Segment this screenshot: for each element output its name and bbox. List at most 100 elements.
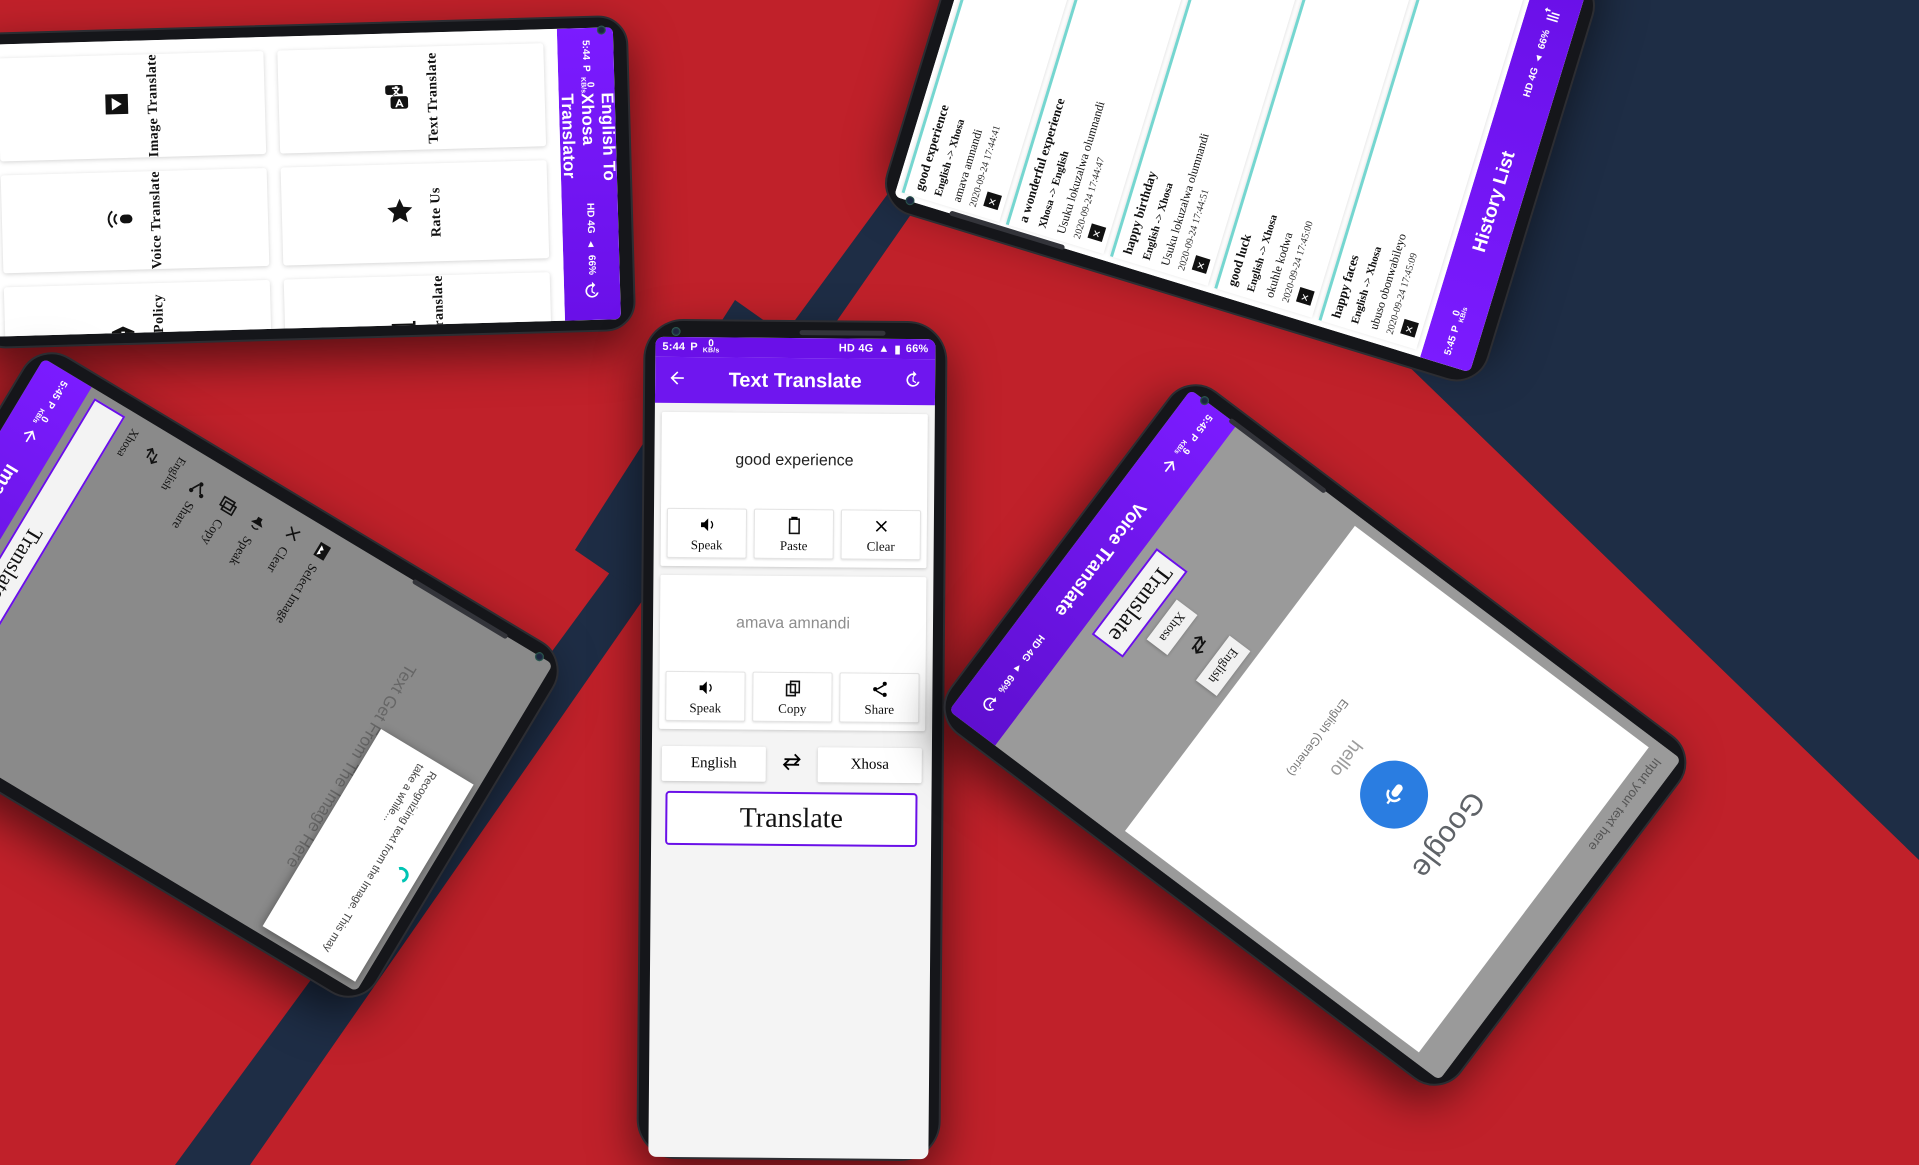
swap-arrows-icon[interactable]	[1181, 629, 1215, 664]
share-button[interactable]: Share	[839, 672, 920, 724]
target-text-output: amava amnandi	[736, 614, 851, 633]
status-time: 5:44	[662, 340, 686, 354]
speak-label: Speak	[690, 537, 723, 553]
status-network: HD 4G	[838, 342, 874, 355]
home-status-right: HD 4G ▲ 66%	[584, 199, 597, 275]
share-icon	[185, 475, 212, 502]
signal-icon: ▲	[585, 238, 597, 251]
speak-label: Speak	[689, 700, 722, 716]
language-selector-row: English Xhosa	[652, 738, 932, 789]
status-right: HD 4G ▲ ▮ 66%	[839, 342, 929, 356]
source-text-input[interactable]: good experience	[661, 412, 928, 510]
speak-target-button[interactable]: Speak	[665, 670, 746, 722]
home-screen: Text Translate Image Translate Rate Us V…	[0, 27, 621, 337]
copy-label: Copy	[199, 516, 227, 549]
swap-arrows-icon[interactable]	[778, 751, 806, 778]
front-camera	[671, 326, 681, 337]
speaker-icon	[243, 510, 270, 537]
tile-label: Privacy Policy	[151, 294, 170, 336]
speak-label: Speak	[226, 533, 256, 569]
clear-label: Clear	[264, 543, 292, 576]
home-app-bar: 5:44 P 0 KB/s English To Xhosa Translato…	[556, 27, 621, 321]
image-translate-icon	[101, 89, 132, 125]
delete-icon[interactable]: ✕	[1191, 255, 1211, 274]
history-icon[interactable]	[582, 275, 603, 313]
clear-button[interactable]: Clear	[840, 509, 922, 561]
close-icon	[279, 520, 306, 547]
app-bar: Text Translate	[654, 356, 936, 406]
signal-icon: ▲	[1531, 51, 1546, 66]
camera-icon	[388, 316, 419, 337]
speaker-icon	[699, 681, 712, 695]
status-time: 5:44	[579, 39, 592, 61]
share-label: Share	[169, 498, 198, 532]
tile-rate-us[interactable]: Rate Us	[280, 160, 550, 266]
tile-voice-translate[interactable]: Voice Translate	[0, 168, 270, 274]
info-icon	[108, 323, 139, 337]
microphone-icon[interactable]	[1346, 746, 1442, 843]
source-language-select[interactable]: English	[661, 745, 766, 782]
image-status-left: 5:45 P 0 KB/s	[31, 377, 69, 428]
target-card: amava amnandi Speak Copy Share	[659, 574, 927, 732]
tile-text-translate[interactable]: Text Translate	[277, 43, 547, 154]
tile-image-translate[interactable]: Image Translate	[0, 51, 267, 162]
delete-icon[interactable]: ✕	[1087, 223, 1107, 243]
paste-button[interactable]: Paste	[753, 508, 835, 560]
voice-status-right: HD 4G ▲ 66%	[995, 633, 1046, 695]
status-battery: 66%	[585, 254, 598, 276]
home-tile-grid: Text Translate Image Translate Rate Us V…	[0, 28, 565, 337]
status-time: 5:45	[1193, 411, 1215, 435]
tile-label: Rate Us	[428, 187, 445, 238]
close-icon	[875, 520, 887, 532]
copy-icon	[785, 680, 800, 697]
status-battery: 66%	[905, 342, 929, 356]
recognized-word: hello	[1325, 735, 1367, 781]
delete-icon[interactable]: ✕	[983, 191, 1002, 211]
status-kbs: 0 KB/s	[579, 76, 596, 93]
image-icon	[308, 538, 335, 565]
target-language-select[interactable]: Xhosa	[817, 747, 922, 784]
page-title: English To Xhosa Translator	[557, 91, 620, 181]
voice-translate-icon	[105, 203, 136, 239]
battery-icon: ▮	[894, 343, 901, 356]
page-title: Text Translate	[728, 368, 862, 393]
phone-home-screen: Text Translate Image Translate Rate Us V…	[0, 14, 637, 350]
tile-label: Text Translate	[424, 52, 442, 144]
history-status-left: 5:45 P 0 KB/s	[1441, 305, 1470, 358]
speak-source-button[interactable]: Speak	[666, 507, 748, 559]
status-network: HD 4G	[584, 203, 597, 235]
status-bar: 5:44 P 0 KB/s HD 4G ▲ ▮ 66%	[655, 336, 936, 360]
star-icon	[384, 195, 415, 231]
translate-button[interactable]: Translate	[665, 790, 918, 848]
status-time: 5:45	[49, 378, 70, 402]
tile-label: Voice Translate	[147, 170, 166, 270]
signal-icon: ▲	[878, 342, 890, 355]
data-saver-icon: P	[690, 341, 698, 354]
clear-all-icon[interactable]	[1538, 0, 1568, 33]
text-translate-screen: 5:44 P 0 KB/s HD 4G ▲ ▮ 66% Text Transla…	[648, 336, 936, 1160]
signal-icon: ▲	[1009, 660, 1026, 676]
history-icon[interactable]	[903, 369, 923, 394]
clear-label: Clear	[866, 538, 895, 554]
copy-button[interactable]: Copy	[752, 671, 833, 723]
status-time: 5:45	[1442, 334, 1459, 357]
status-battery: 66%	[1536, 28, 1553, 51]
data-saver-icon: P	[580, 64, 592, 72]
history-status-right: HD 4G ▲ 66%	[1522, 28, 1553, 98]
phone-text-translate: 5:44 P 0 KB/s HD 4G ▲ ▮ 66% Text Transla…	[636, 318, 948, 1162]
share-label: Share	[864, 701, 895, 717]
clipboard-icon	[788, 516, 800, 535]
back-arrow-icon[interactable]	[667, 367, 687, 392]
speaker-icon	[700, 518, 713, 532]
loading-spinner-icon	[389, 863, 412, 886]
tile-label: Camera Translate	[430, 275, 449, 337]
tile-privacy-policy[interactable]: Privacy Policy	[3, 279, 273, 337]
target-action-row: Speak Copy Share	[659, 670, 925, 731]
delete-icon[interactable]: ✕	[1295, 287, 1315, 306]
delete-icon[interactable]: ✕	[1400, 318, 1419, 338]
tile-label: Image Translate	[144, 53, 163, 158]
home-status-bar: 5:44 P 0 KB/s	[578, 36, 596, 93]
status-network: HD 4G	[1521, 65, 1542, 99]
tile-camera-translate[interactable]: Camera Translate	[283, 272, 553, 337]
data-saver-icon: P	[1449, 324, 1463, 334]
